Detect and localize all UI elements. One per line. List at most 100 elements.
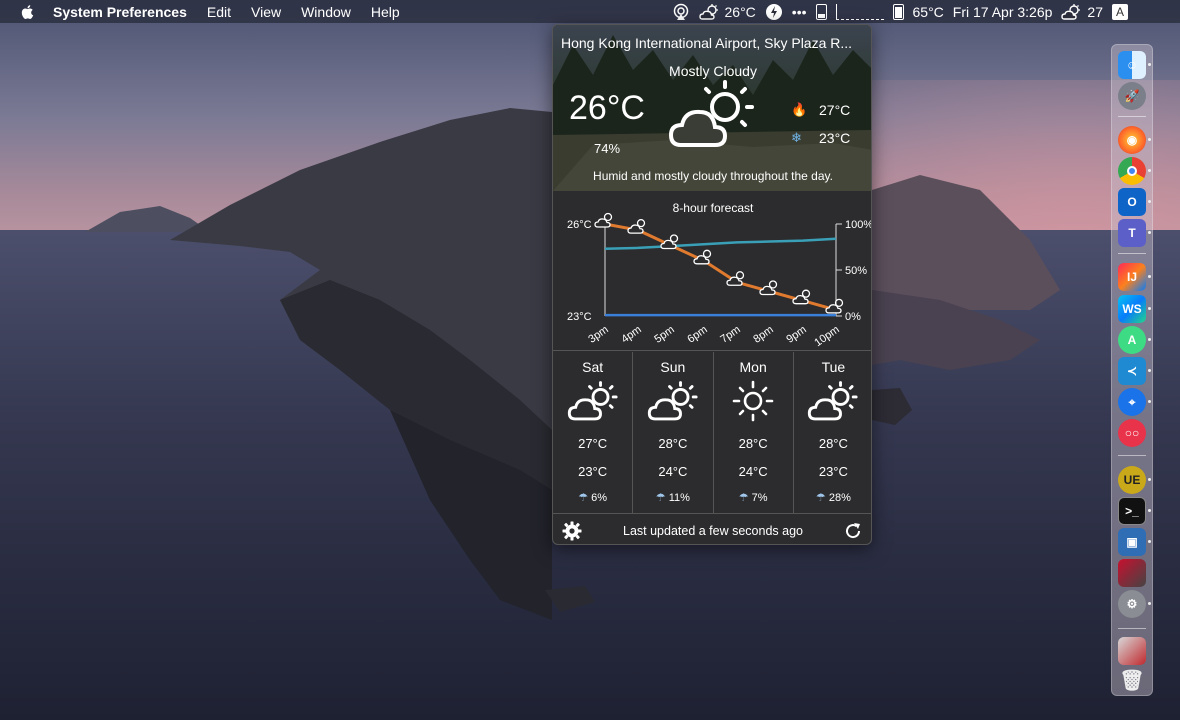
low-temp: ❄ 23°C: [791, 130, 850, 146]
day-high: 27°C: [578, 436, 608, 451]
airplay-icon[interactable]: [672, 3, 690, 21]
apple-menu-icon[interactable]: [19, 3, 37, 21]
cpu-temp[interactable]: 65°C: [913, 4, 944, 20]
terminal-icon[interactable]: >_: [1118, 497, 1146, 525]
menu-bar: System Preferences Edit View Window Help…: [0, 0, 1180, 23]
humidity-value: 74%: [594, 141, 621, 156]
downloads-folder-icon[interactable]: [1118, 637, 1146, 665]
virtualbox-icon[interactable]: ▣: [1118, 528, 1146, 556]
high-temp: 🔥 27°C: [791, 102, 850, 118]
second-weather-item[interactable]: 27: [1061, 3, 1103, 21]
rain-icon: ☂: [815, 492, 826, 504]
launchpad-icon[interactable]: 🚀: [1118, 82, 1146, 110]
right-top-label: 100%: [845, 219, 872, 231]
day-column-mon: Mon 28°C 24°C ☂ 7%: [714, 352, 794, 513]
day-high: 28°C: [738, 436, 768, 451]
hourly-forecast-chart: 8-hour forecast 26°C 23°C 100% 50% 0% 3p…: [553, 191, 872, 351]
x-tick-label: 10pm: [812, 324, 841, 350]
x-tick-label: 9pm: [784, 324, 808, 346]
second-weather-temp: 27: [1087, 3, 1103, 20]
screen-capture-icon[interactable]: [1118, 559, 1146, 587]
day-name: Mon: [739, 359, 767, 375]
day-low: 23°C: [818, 464, 848, 479]
day-name: Sat: [582, 359, 604, 375]
location-label: Hong Kong International Airport, Sky Pla…: [561, 35, 853, 51]
vscode-icon[interactable]: ≺: [1118, 357, 1146, 385]
snowflake-icon: ❄: [791, 130, 802, 145]
menu-help[interactable]: Help: [371, 4, 400, 20]
partly-cloudy-icon: [594, 212, 613, 228]
widget-footer: Last updated a few seconds ago: [553, 513, 871, 544]
x-tick-label: 5pm: [652, 324, 676, 346]
firefox-icon[interactable]: ◉: [1118, 126, 1146, 154]
x-tick-label: 3pm: [586, 324, 610, 346]
x-tick-label: 7pm: [718, 324, 742, 346]
day-precip: ☂ 11%: [655, 492, 690, 504]
trash-icon[interactable]: 🗑: [1118, 666, 1146, 694]
partly-cloudy-icon: [808, 381, 858, 421]
menu-view[interactable]: View: [251, 4, 281, 20]
partly-cloudy-icon: [698, 3, 718, 20]
memory-graph-icon[interactable]: [835, 3, 884, 20]
rain-icon: ☂: [578, 492, 589, 504]
weather-hero: Hong Kong International Airport, Sky Pla…: [553, 25, 871, 191]
partly-cloudy-icon: [567, 381, 618, 421]
daily-forecast: Sat 27°C 23°C ☂ 6% Sun 28°C 24°C ☂ 11% M…: [553, 352, 871, 513]
left-bottom-label: 23°C: [567, 311, 592, 323]
android-studio-icon[interactable]: A: [1118, 326, 1146, 354]
refresh-icon[interactable]: [843, 521, 863, 541]
menu-edit[interactable]: Edit: [207, 4, 231, 20]
partly-cloudy-icon: [668, 80, 754, 147]
battery-small-icon[interactable]: [815, 3, 827, 20]
rain-icon: ☂: [655, 492, 666, 504]
partly-cloudy-icon: [825, 298, 844, 314]
status-area: 26°C ••• 65°C Fri 17 Apr 3:26p 27 A: [663, 0, 1180, 23]
menu-app-name[interactable]: System Preferences: [53, 4, 187, 20]
weather-status-item[interactable]: 26°C: [698, 3, 756, 21]
webstorm-icon[interactable]: WS: [1118, 295, 1146, 323]
chart-title: 8-hour forecast: [672, 201, 754, 215]
condition-label: Mostly Cloudy: [669, 63, 757, 79]
rain-icon: ☂: [738, 492, 749, 504]
day-low: 24°C: [658, 464, 688, 479]
day-name: Tue: [821, 359, 846, 375]
system-preferences-icon[interactable]: ⚙: [1118, 590, 1146, 618]
maps-icon[interactable]: ⌖: [1118, 388, 1146, 416]
teams-icon[interactable]: T: [1118, 219, 1146, 247]
current-temperature: 26°C: [569, 89, 645, 127]
input-source-indicator[interactable]: A: [1112, 3, 1128, 20]
weather-widget: Hong Kong International Airport, Sky Pla…: [552, 24, 872, 545]
day-name: Sun: [660, 359, 686, 375]
power-icon[interactable]: [765, 3, 783, 21]
day-high: 28°C: [818, 436, 848, 451]
humidity-line: [604, 237, 837, 251]
x-tick-label: 8pm: [751, 324, 775, 346]
partly-cloudy-icon: [759, 280, 778, 296]
dock: ☺ 🚀 ◉ O T IJ WS A ≺ ⌖ ○○ UE >_ ▣ ⚙ 🗑: [1111, 44, 1153, 696]
menu-clock[interactable]: Fri 17 Apr 3:26p: [953, 4, 1053, 20]
left-top-label: 26°C: [567, 219, 592, 231]
sun-icon: [732, 380, 774, 422]
flame-icon: 🔥: [791, 102, 808, 117]
partly-cloudy-icon: [647, 381, 698, 421]
low-temp-value: 23°C: [819, 130, 851, 146]
outlook-icon[interactable]: O: [1118, 188, 1146, 216]
right-mid-label: 50%: [845, 265, 867, 277]
partly-cloudy-icon: [1061, 3, 1081, 20]
menu-window[interactable]: Window: [301, 4, 351, 20]
forecast-chart-svg: 26°C 23°C 100% 50% 0% 3pm 4pm 5pm 6pm 7pm 8pm…: [567, 212, 872, 350]
x-tick-label: 4pm: [619, 324, 643, 346]
day-precip: ☂ 7%: [738, 492, 768, 504]
status-weather-temp: 26°C: [724, 3, 756, 20]
more-status-button[interactable]: •••: [792, 4, 807, 20]
finder-icon[interactable]: ☺: [1118, 51, 1146, 79]
battery-icon[interactable]: [892, 3, 904, 20]
day-column-sun: Sun 28°C 24°C ☂ 11%: [633, 352, 714, 513]
intellij-icon[interactable]: IJ: [1118, 263, 1146, 291]
partly-cloudy-icon: [792, 289, 811, 305]
chrome-icon[interactable]: [1118, 157, 1146, 185]
weather-summary: Humid and mostly cloudy throughout the d…: [593, 169, 833, 183]
flickr-icon[interactable]: ○○: [1118, 419, 1146, 447]
partly-cloudy-icon: [627, 218, 646, 234]
ultraedit-icon[interactable]: UE: [1118, 466, 1146, 494]
